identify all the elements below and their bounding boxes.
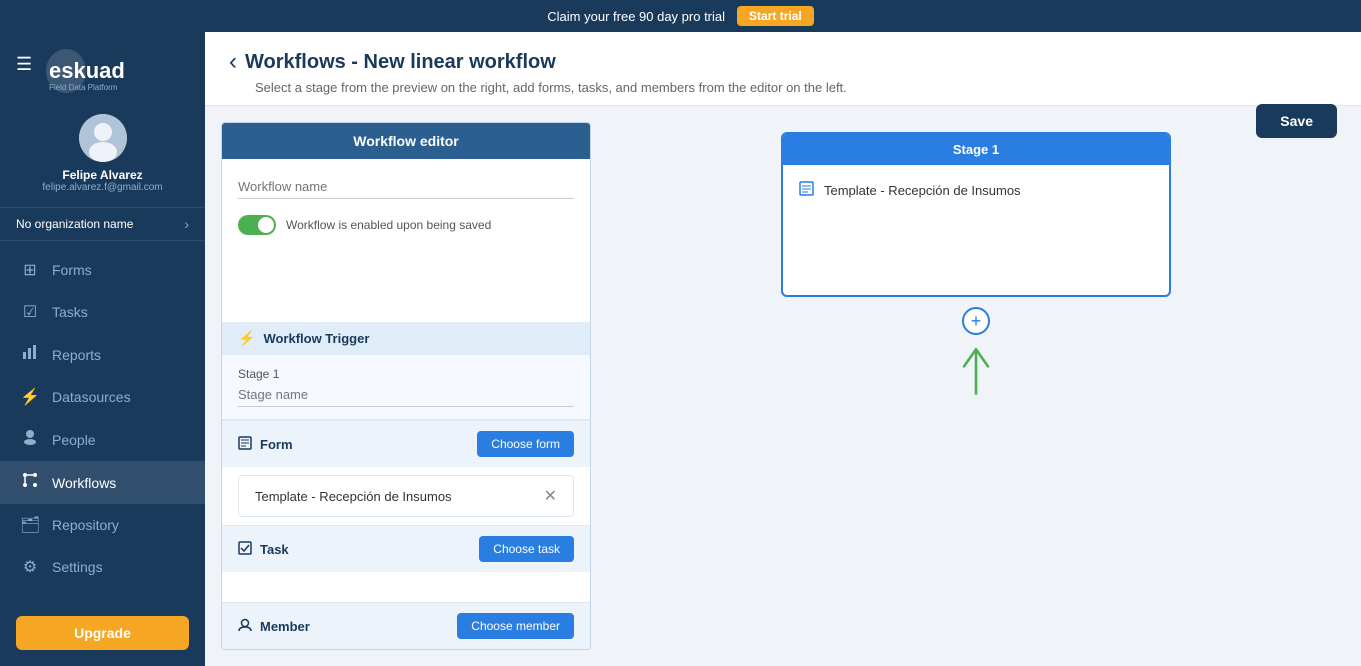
sidebar-item-settings[interactable]: ⚙ Settings — [0, 546, 205, 588]
add-stage-button[interactable]: + — [962, 307, 990, 335]
repository-icon: 🗂 — [20, 515, 40, 535]
task-icon — [238, 541, 252, 558]
task-subsection: Task Choose task — [222, 525, 590, 602]
chevron-icon: › — [184, 216, 189, 232]
sidebar-item-repository[interactable]: 🗂 Repository — [0, 504, 205, 546]
remove-form-button[interactable]: ✕ — [544, 486, 557, 506]
stage-section: Stage 1 — [222, 355, 590, 420]
choose-member-button[interactable]: Choose member — [457, 613, 574, 639]
forms-icon: ⊞ — [20, 260, 40, 280]
stage-form-name: Template - Recepción de Insumos — [824, 183, 1021, 198]
content-area: ‹ Workflows - New linear workflow Select… — [205, 32, 1361, 666]
sidebar: ☰ eskuad Field Data Platform Felipe Alva… — [0, 32, 205, 666]
task-section-label: Task — [260, 542, 289, 557]
member-section-label: Member — [260, 619, 310, 634]
stage-name-input[interactable] — [238, 383, 574, 407]
form-subsection-header: Form Choose form — [222, 421, 590, 467]
arrow-up-icon — [956, 339, 996, 399]
workflow-content: Workflow editor Workflow is enabled upon… — [205, 106, 1361, 666]
form-title: Form — [238, 436, 293, 453]
hamburger-icon[interactable]: ☰ — [16, 54, 32, 75]
page-header: ‹ Workflows - New linear workflow Select… — [205, 32, 1361, 106]
org-section[interactable]: No organization name › — [0, 207, 205, 241]
main-layout: ☰ eskuad Field Data Platform Felipe Alva… — [0, 32, 1361, 666]
form-subsection: Form Choose form Template - Recepción de… — [222, 420, 590, 525]
people-icon — [20, 429, 40, 450]
back-button[interactable]: ‹ — [229, 48, 237, 76]
svg-text:eskuad: eskuad — [49, 58, 125, 83]
editor-panel: Workflow editor Workflow is enabled upon… — [221, 122, 591, 650]
stage-card[interactable]: Stage 1 Template - Recepción de Insumos — [781, 132, 1171, 297]
datasources-icon: ⚡ — [20, 387, 40, 407]
banner-text: Claim your free 90 day pro trial — [547, 9, 725, 24]
stage-preview: Stage 1 Template - Recepción de Insumos … — [607, 122, 1345, 650]
stage-card-body: Template - Recepción de Insumos — [783, 165, 1169, 295]
member-subsection: Member Choose member — [222, 602, 590, 649]
stage-form-item: Template - Recepción de Insumos — [799, 181, 1153, 200]
stage-card-header: Stage 1 — [783, 134, 1169, 165]
sidebar-item-forms[interactable]: ⊞ Forms — [0, 249, 205, 291]
start-trial-button[interactable]: Start trial — [737, 6, 814, 26]
reports-label: Reports — [52, 347, 101, 363]
avatar — [79, 114, 127, 162]
selected-form-item: Template - Recepción de Insumos ✕ — [238, 475, 574, 517]
form-section-label: Form — [260, 437, 293, 452]
user-name: Felipe Alvarez — [62, 168, 142, 182]
user-section: Felipe Alvarez felipe.alvarez.f@gmail.co… — [0, 104, 205, 207]
member-subsection-header: Member Choose member — [222, 603, 590, 649]
page-subtitle: Select a stage from the preview on the r… — [255, 80, 1337, 95]
task-title: Task — [238, 541, 289, 558]
stage-label: Stage 1 — [238, 367, 574, 381]
people-label: People — [52, 432, 96, 448]
nav-items: ⊞ Forms ☑ Tasks Reports ⚡ Datasources — [0, 249, 205, 600]
sidebar-item-people[interactable]: People — [0, 418, 205, 461]
toggle-row: Workflow is enabled upon being saved — [238, 215, 574, 235]
reports-icon — [20, 344, 40, 365]
forms-label: Forms — [52, 262, 92, 278]
sidebar-item-reports[interactable]: Reports — [0, 333, 205, 376]
page-title-row: ‹ Workflows - New linear workflow — [229, 48, 1337, 76]
stage-form-icon — [799, 181, 814, 200]
repository-label: Repository — [52, 517, 119, 533]
workflow-trigger-section: ⚡ Workflow Trigger — [222, 322, 590, 355]
user-email: felipe.alvarez.f@gmail.com — [42, 182, 162, 193]
task-subsection-header: Task Choose task — [222, 526, 590, 572]
top-banner: Claim your free 90 day pro trial Start t… — [0, 0, 1361, 32]
trigger-icon: ⚡ — [238, 330, 255, 347]
sidebar-item-tasks[interactable]: ☑ Tasks — [0, 291, 205, 333]
tasks-label: Tasks — [52, 304, 88, 320]
upgrade-button[interactable]: Upgrade — [16, 616, 189, 650]
workflows-icon — [20, 472, 40, 493]
sidebar-item-workflows[interactable]: Workflows — [0, 461, 205, 504]
choose-task-button[interactable]: Choose task — [479, 536, 574, 562]
add-stage-area: + — [956, 307, 996, 399]
workflow-name-input[interactable] — [238, 175, 574, 199]
toggle-label: Workflow is enabled upon being saved — [286, 218, 491, 232]
workflows-label: Workflows — [52, 475, 116, 491]
datasources-label: Datasources — [52, 389, 131, 405]
form-icon — [238, 436, 252, 453]
editor-header: Workflow editor — [222, 123, 590, 159]
member-title: Member — [238, 618, 310, 635]
editor-body: Workflow is enabled upon being saved — [222, 159, 590, 322]
svg-text:Field Data Platform: Field Data Platform — [49, 83, 118, 92]
org-name: No organization name — [16, 217, 133, 231]
trigger-label: Workflow Trigger — [263, 331, 369, 346]
member-icon — [238, 618, 252, 635]
eskuad-logo: eskuad Field Data Platform — [44, 46, 154, 96]
workflow-name-group — [238, 175, 574, 199]
settings-label: Settings — [52, 559, 103, 575]
workflow-toggle[interactable] — [238, 215, 276, 235]
choose-form-button[interactable]: Choose form — [477, 431, 574, 457]
tasks-icon: ☑ — [20, 302, 40, 322]
settings-icon: ⚙ — [20, 557, 40, 577]
task-empty-space — [222, 572, 590, 602]
logo: eskuad Field Data Platform — [44, 46, 189, 96]
page-title: Workflows - New linear workflow — [245, 51, 556, 74]
selected-form-text: Template - Recepción de Insumos — [255, 489, 452, 504]
sidebar-item-datasources[interactable]: ⚡ Datasources — [0, 376, 205, 418]
